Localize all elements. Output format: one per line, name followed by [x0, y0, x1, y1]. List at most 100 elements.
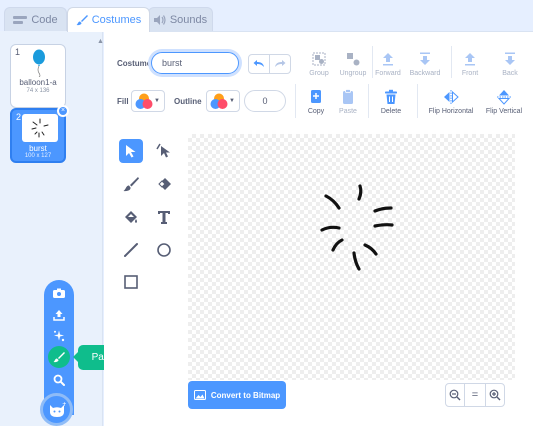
costume-name: balloon1-a: [19, 78, 57, 87]
backward-label: Backward: [409, 70, 441, 77]
color-swatch-icon: [135, 93, 153, 109]
front-icon: [465, 53, 475, 66]
zoom-out-button[interactable]: [445, 383, 465, 407]
delete-button[interactable]: Delete: [369, 86, 413, 115]
costume-thumbnail: [22, 114, 58, 142]
delete-label: Delete: [380, 108, 402, 115]
flip-horizontal-button[interactable]: Flip Horizontal: [424, 86, 478, 115]
eraser-tool[interactable]: [152, 172, 176, 196]
convert-to-bitmap-button[interactable]: Convert to Bitmap: [188, 381, 286, 409]
back-icon: [505, 52, 515, 65]
chevron-down-icon: ▼: [229, 98, 235, 104]
editor-tabs: Code Costumes Sounds: [0, 0, 533, 32]
copy-icon: [311, 90, 321, 103]
zoom-reset-button[interactable]: =: [465, 383, 485, 407]
brush-icon: [76, 15, 88, 26]
back-button[interactable]: Back: [494, 48, 526, 77]
tab-code-label: Code: [31, 13, 58, 26]
tab-code[interactable]: Code: [4, 7, 67, 31]
ungroup-icon: [347, 53, 360, 66]
drawing-canvas[interactable]: [188, 134, 515, 380]
brush-tool[interactable]: [119, 172, 143, 196]
backward-icon: [420, 52, 430, 65]
text-tool[interactable]: [152, 205, 176, 229]
undo-button[interactable]: [248, 54, 270, 74]
group-icon: [312, 52, 326, 66]
paint-button[interactable]: [48, 346, 70, 368]
costume-item-balloon[interactable]: 1 balloon1-a 74 x 136: [10, 44, 66, 108]
flip-horizontal-icon: [444, 90, 459, 104]
back-label: Back: [502, 70, 518, 77]
code-icon: [13, 15, 28, 24]
front-button[interactable]: Front: [454, 48, 486, 77]
upload-icon: [53, 310, 65, 321]
fill-label: Fill: [117, 97, 129, 106]
select-arrow-icon: [126, 145, 136, 158]
select-tool[interactable]: [119, 139, 143, 163]
flip-vertical-icon: [497, 90, 511, 105]
eraser-icon: [158, 178, 171, 190]
paint-editor: Costume burst Group Ungroup Forward Back…: [104, 31, 533, 426]
line-icon: [124, 243, 138, 257]
brush-icon: [123, 177, 139, 192]
paint-bucket-icon: [125, 211, 137, 223]
camera-button[interactable]: [48, 282, 70, 304]
paint-icon: [53, 352, 65, 363]
group-label: Group: [309, 70, 329, 77]
costume-number: 2: [16, 112, 22, 122]
speaker-icon: [153, 14, 166, 25]
costume-item-burst[interactable]: 2 × burst 100 x 127: [10, 105, 69, 163]
upload-button[interactable]: [48, 304, 70, 326]
costume-number: 1: [15, 47, 21, 57]
undo-icon: [253, 60, 264, 67]
costume-size: 100 x 127: [24, 153, 52, 159]
search-icon: [53, 374, 65, 386]
zoom-in-icon: [489, 389, 501, 401]
reshape-tool[interactable]: [152, 139, 176, 163]
toolbar-divider: [417, 84, 418, 118]
camera-icon: [53, 288, 65, 298]
burst-thumbnail: [31, 118, 49, 138]
choose-costume-button[interactable]: +: [40, 393, 73, 426]
flip-vertical-button[interactable]: Flip Vertical: [478, 86, 530, 115]
forward-label: Forward: [375, 70, 401, 77]
redo-icon: [275, 60, 286, 67]
delete-costume-icon[interactable]: ×: [57, 105, 69, 117]
color-swatch-icon: [210, 93, 228, 109]
scroll-up-icon[interactable]: ▲: [97, 38, 104, 45]
ungroup-label: Ungroup: [339, 70, 367, 77]
outline-color-picker[interactable]: ▼: [206, 90, 240, 112]
rectangle-icon: [124, 275, 138, 289]
surprise-button[interactable]: [48, 325, 70, 347]
copy-label: Copy: [307, 108, 325, 115]
line-tool[interactable]: [119, 238, 143, 262]
front-label: Front: [461, 70, 479, 77]
tab-costumes[interactable]: Costumes: [67, 7, 150, 32]
balloon-thumbnail: [33, 49, 45, 77]
costume-name: burst: [29, 144, 47, 153]
paste-label: Paste: [339, 108, 357, 115]
tab-sounds-label: Sounds: [169, 13, 208, 26]
paste-button[interactable]: Paste: [326, 86, 370, 115]
costume-size: 74 x 136: [26, 88, 50, 94]
convert-label: Convert to Bitmap: [210, 390, 281, 400]
search-costume-button[interactable]: [48, 369, 70, 391]
rectangle-tool[interactable]: [119, 270, 143, 294]
surprise-icon: [54, 330, 65, 342]
fill-color-picker[interactable]: ▼: [131, 90, 165, 112]
fill-tool[interactable]: [119, 205, 143, 229]
burst-drawing: [320, 184, 394, 271]
flip-vertical-label: Flip Vertical: [485, 108, 523, 115]
circle-tool[interactable]: [152, 238, 176, 262]
zoom-in-button[interactable]: [485, 383, 505, 407]
backward-button[interactable]: Backward: [403, 48, 447, 77]
outline-size-input[interactable]: 0: [244, 90, 286, 112]
text-icon: [158, 211, 170, 224]
cat-face-icon: +: [49, 402, 66, 417]
redo-button[interactable]: [269, 54, 291, 74]
trash-icon: [385, 89, 397, 104]
tab-costumes-label: Costumes: [91, 14, 142, 26]
chevron-down-icon: ▼: [154, 98, 160, 104]
tab-sounds[interactable]: Sounds: [148, 7, 213, 31]
costume-name-input[interactable]: burst: [151, 52, 239, 74]
